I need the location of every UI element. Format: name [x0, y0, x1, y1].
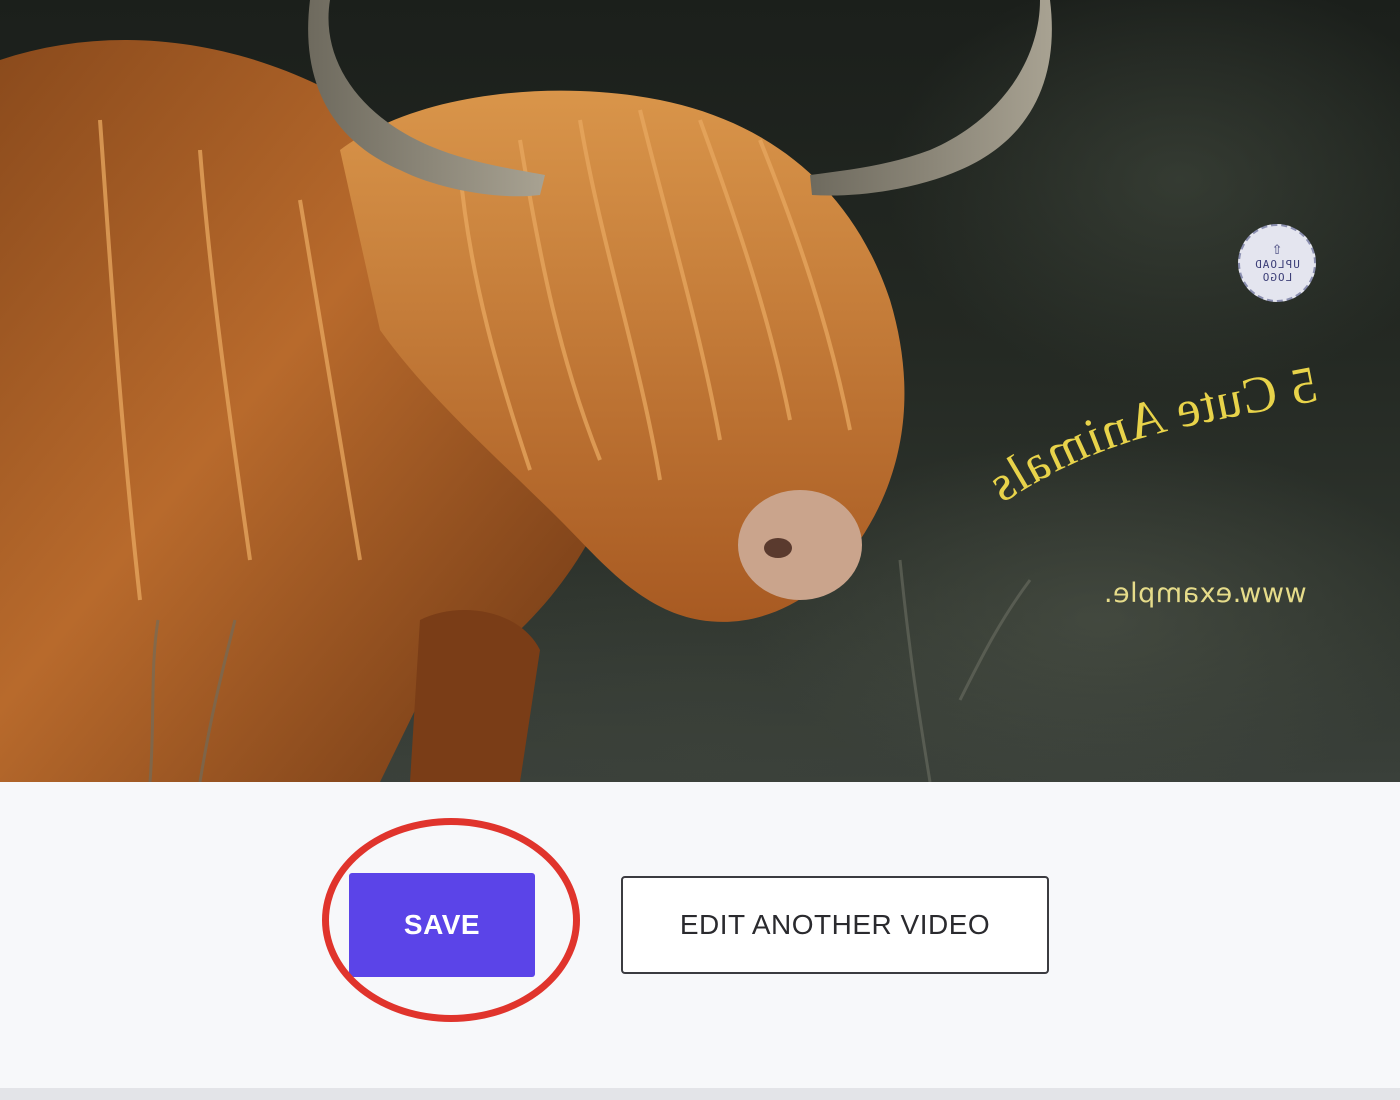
video-title-text: 5 Cute Animals	[977, 356, 1322, 514]
upload-icon: ⇧	[1271, 241, 1283, 257]
edit-another-video-button[interactable]: EDIT ANOTHER VIDEO	[621, 876, 1049, 974]
upload-logo-badge[interactable]: ⇧ UPLOAD LOGO	[1238, 224, 1316, 302]
upload-logo-label: UPLOAD LOGO	[1254, 257, 1300, 284]
video-preview: ⇧ UPLOAD LOGO 5 Cute Animals www.example…	[0, 0, 1400, 782]
save-button[interactable]: SAVE	[349, 873, 535, 977]
svg-text:5 Cute Animals: 5 Cute Animals	[977, 360, 1322, 514]
video-url-overlay: www.example.	[1103, 578, 1307, 609]
video-title-overlay: 5 Cute Animals	[920, 356, 1340, 560]
page-bottom-edge	[0, 1088, 1400, 1100]
